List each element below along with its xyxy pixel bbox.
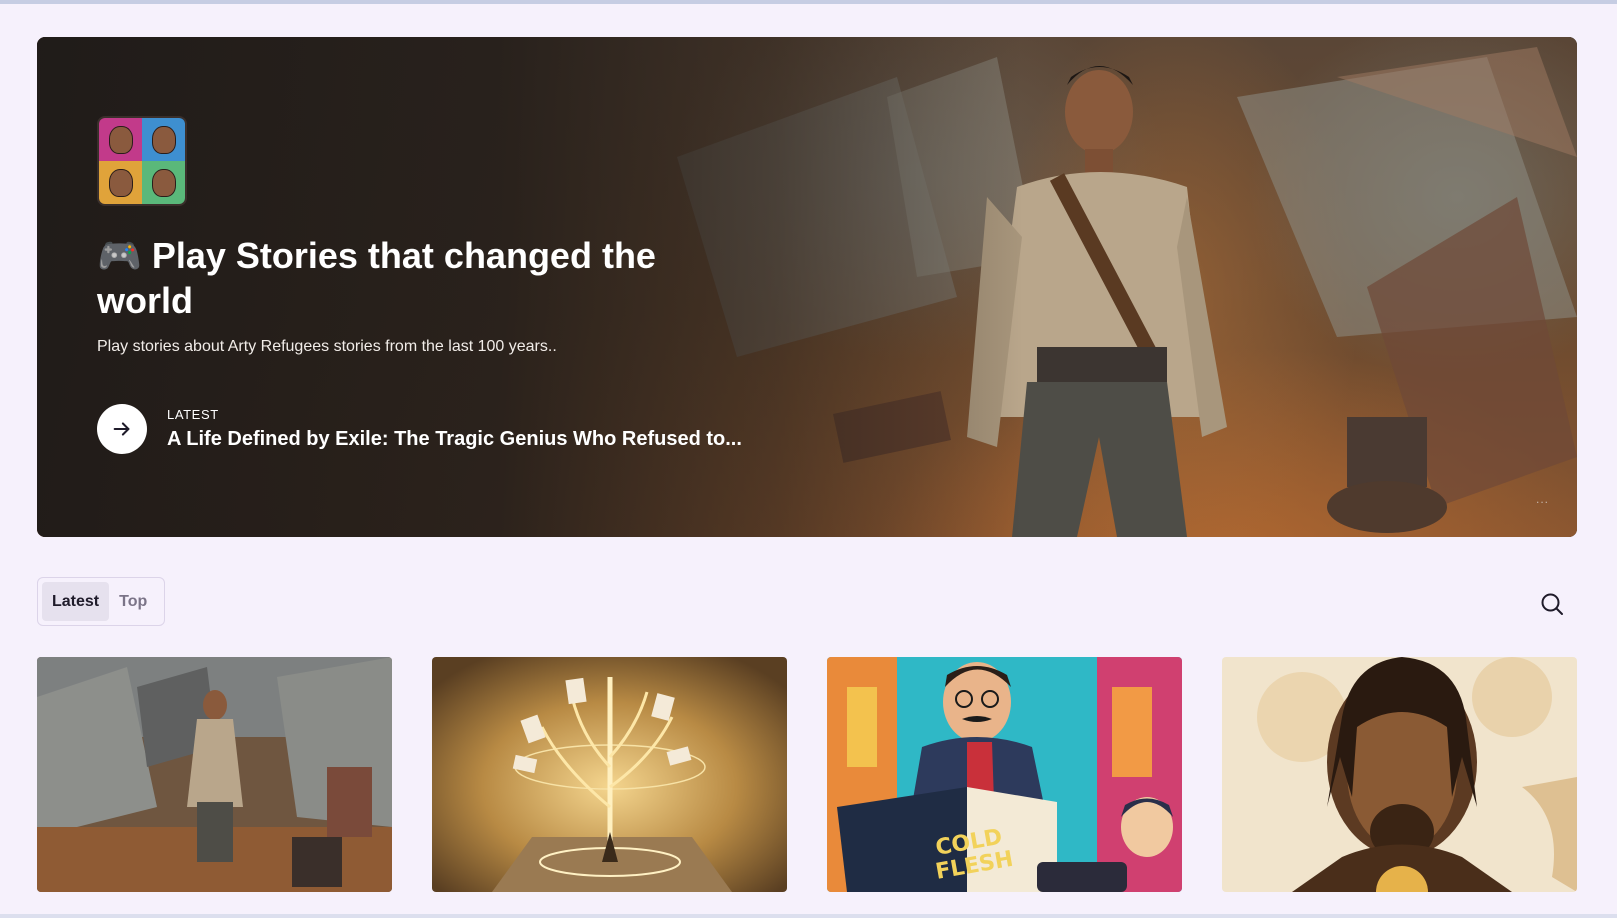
search-icon[interactable] — [1537, 589, 1567, 619]
feed-tabs: Latest Top — [37, 577, 165, 626]
hero-banner: 🎮 Play Stories that changed the world Pl… — [37, 37, 1577, 537]
latest-story-link[interactable]: LATEST A Life Defined by Exile: The Trag… — [97, 404, 742, 454]
story-grid: COLD FLESH — [0, 657, 1617, 893]
hero-title: 🎮 Play Stories that changed the world — [97, 235, 656, 321]
story-card-image[interactable] — [37, 657, 392, 892]
hero-subtitle: Play stories about Arty Refugees stories… — [97, 338, 557, 355]
arrow-right-icon[interactable] — [97, 404, 147, 454]
page-bottom-strip — [0, 914, 1617, 918]
latest-story-title[interactable]: A Life Defined by Exile: The Tragic Geni… — [167, 428, 742, 451]
browser-top-strip — [0, 0, 1617, 4]
story-card-image[interactable] — [1222, 657, 1577, 892]
tab-latest[interactable]: Latest — [42, 582, 110, 621]
story-card-image[interactable] — [432, 657, 787, 892]
latest-label: LATEST — [167, 407, 219, 422]
collection-logo — [97, 116, 187, 206]
story-card-image[interactable]: COLD FLESH — [827, 657, 1182, 892]
tab-top[interactable]: Top — [109, 582, 157, 621]
more-indicator: ... — [1535, 492, 1549, 506]
